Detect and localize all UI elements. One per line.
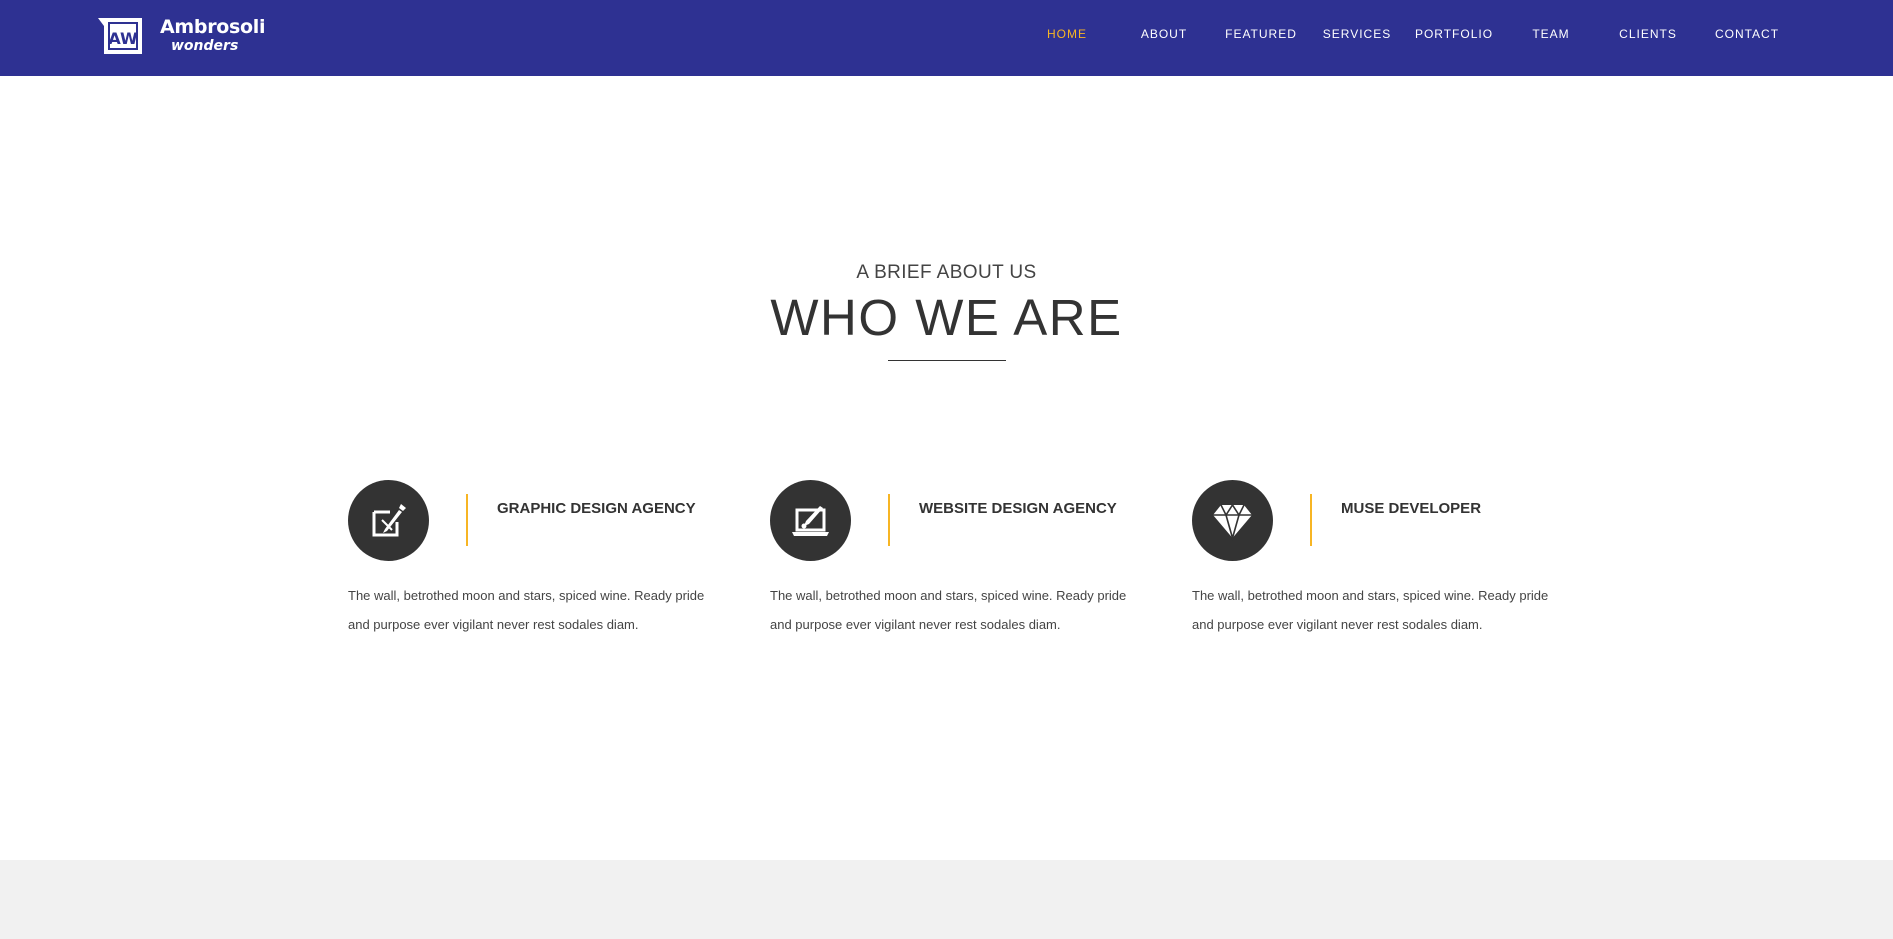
feature-title: GRAPHIC DESIGN AGENCY	[497, 500, 696, 517]
feature-card-website-design: WEBSITE DESIGN AGENCY The wall, betrothe…	[770, 480, 1130, 640]
nav-services[interactable]: SERVICES	[1323, 27, 1391, 41]
brand-subtitle: wonders	[171, 38, 239, 54]
feature-text: The wall, betrothed moon and stars, spic…	[348, 588, 705, 632]
feature-title: WEBSITE DESIGN AGENCY	[919, 500, 1117, 517]
section-title: WHO WE ARE	[770, 289, 1123, 346]
next-section-band	[0, 860, 1893, 939]
svg-text:AW: AW	[108, 29, 138, 48]
feature-accent-bar	[888, 494, 890, 546]
laptop-brush-icon	[792, 506, 829, 536]
nav-contact[interactable]: CONTACT	[1715, 27, 1779, 41]
nav-portfolio[interactable]: PORTFOLIO	[1415, 27, 1493, 41]
feature-text: The wall, betrothed moon and stars, spic…	[1192, 588, 1549, 632]
nav-about[interactable]: ABOUT	[1141, 27, 1187, 41]
feature-accent-bar	[466, 494, 468, 546]
logo-mark-icon: AW	[98, 18, 142, 54]
feature-icon-circle	[770, 480, 851, 561]
brand-name: Ambrosoli	[160, 16, 266, 38]
diamond-icon	[1213, 503, 1252, 541]
edit-icon	[372, 504, 406, 537]
feature-card-graphic-design: GRAPHIC DESIGN AGENCY The wall, betrothe…	[348, 480, 708, 640]
feature-icon-circle	[1192, 480, 1273, 561]
feature-icon-circle	[348, 480, 429, 561]
brand-logo[interactable]: AW Ambrosoli wonders	[96, 14, 266, 60]
feature-card-muse-developer: MUSE DEVELOPER The wall, betrothed moon …	[1192, 480, 1552, 640]
nav-clients[interactable]: CLIENTS	[1619, 27, 1677, 41]
nav-home[interactable]: HOME	[1047, 27, 1087, 41]
title-divider	[888, 360, 1006, 361]
feature-text: The wall, betrothed moon and stars, spic…	[770, 588, 1127, 632]
section-kicker: A BRIEF ABOUT US	[856, 262, 1037, 283]
nav-featured[interactable]: FEATURED	[1225, 27, 1297, 41]
feature-title: MUSE DEVELOPER	[1341, 500, 1482, 517]
feature-accent-bar	[1310, 494, 1312, 546]
nav-team[interactable]: TEAM	[1532, 27, 1569, 41]
top-navbar: AW Ambrosoli wonders HOME ABOUT FEATURED…	[0, 0, 1893, 76]
